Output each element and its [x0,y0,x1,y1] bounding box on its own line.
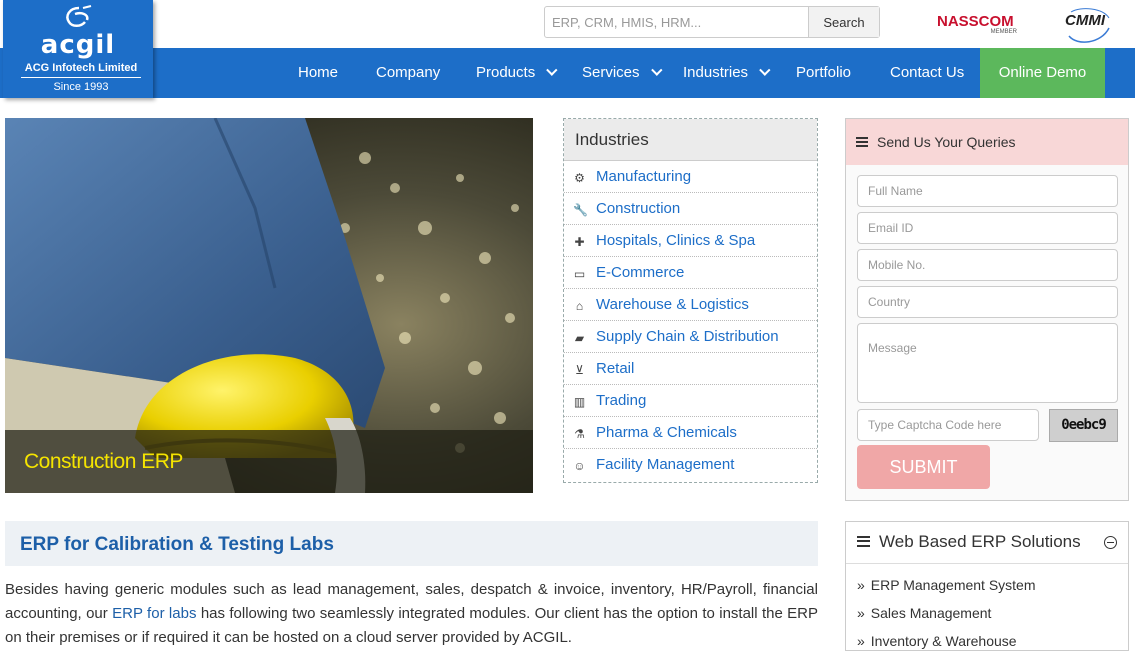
industry-label: Supply Chain & Distribution [596,328,779,345]
collapse-icon[interactable] [1104,536,1117,549]
nasscom-label: NASSCOM [937,13,1014,30]
industry-label: Construction [596,200,681,217]
nav-label: Portfolio [796,64,852,81]
search-button[interactable]: Search [808,7,879,37]
nav-products[interactable]: Products [476,48,558,98]
nav-portfolio[interactable]: Portfolio [796,48,851,98]
queries-form: Send Us Your Queries 0eebc9 SUBMIT [845,118,1129,501]
article-paragraph: Besides having generic modules such as l… [5,578,818,650]
industry-label: Trading [596,392,647,409]
industry-item-retail[interactable]: ⊻ Retail [564,353,817,385]
nasscom-badge: NASSCOM MEMBER [937,14,1021,38]
hero-caption[interactable]: Construction ERP [24,450,183,474]
captcha-field[interactable] [857,409,1039,441]
nav-industries[interactable]: Industries [683,48,771,98]
industries-panel: Industries ⚙ Manufacturing 🔧 Construction … [563,118,818,483]
nav-label: Home [298,64,339,81]
bar-chart-icon: ▥ [573,395,586,409]
industry-label: Hospitals, Clinics & Spa [596,232,756,249]
industries-title: Industries [564,119,817,161]
cart-icon: ⊻ [575,363,584,377]
full-name-field[interactable] [857,175,1118,207]
industry-label: Facility Management [596,456,735,473]
search-input[interactable] [545,7,809,37]
solution-item[interactable]: Sales Management [857,601,1128,629]
industry-item-ecommerce[interactable]: ▭ E-Commerce [564,257,817,289]
article-title: ERP for Calibration & Testing Labs [20,534,334,555]
queries-title: Send Us Your Queries [877,134,1016,150]
submit-button[interactable]: SUBMIT [857,445,990,489]
since-label: Since 1993 [53,81,109,93]
menu-bars-icon [857,536,870,547]
industry-label: Pharma & Chemicals [596,424,737,441]
country-field[interactable] [857,286,1118,318]
nav-contact-us[interactable]: Contact Us [890,48,964,98]
nav-label: Contact Us [890,64,965,81]
erp-for-labs-link[interactable]: ERP for labs [112,605,196,622]
industry-item-trading[interactable]: ▥ Trading [564,385,817,417]
industry-item-warehouse[interactable]: ⌂ Warehouse & Logistics [564,289,817,321]
nav-label: Industries [683,64,749,81]
search-box: Search [544,6,880,38]
web-solutions-panel: Web Based ERP Solutions ERP Management S… [845,521,1129,651]
desktop-icon: ▭ [573,267,586,281]
mobile-field[interactable] [857,249,1118,281]
nav-label: Services [582,64,640,81]
site-logo[interactable]: acgil ACG Infotech Limited Since 1993 [3,0,153,98]
industry-item-hospitals[interactable]: ✚ Hospitals, Clinics & Spa [564,225,817,257]
nav-services[interactable]: Services [582,48,663,98]
menu-bars-icon [856,137,868,147]
cogs-icon: ⚙ [574,171,585,185]
industry-label: Warehouse & Logistics [596,296,749,313]
nav-company[interactable]: Company [376,48,440,98]
industry-item-supply-chain[interactable]: ▰ Supply Chain & Distribution [564,321,817,353]
article-title-box: ERP for Calibration & Testing Labs [5,521,818,566]
nav-label: Products [476,64,536,81]
medkit-icon: ✚ [574,235,585,249]
nasscom-member-label: MEMBER [990,29,1017,35]
solution-item[interactable]: Inventory & Warehouse [857,629,1128,657]
smile-icon: ☺ [573,459,586,473]
queries-header: Send Us Your Queries [846,119,1128,165]
wrench-icon: 🔧 [573,203,588,217]
industry-item-manufacturing[interactable]: ⚙ Manufacturing [564,161,817,193]
industry-item-construction[interactable]: 🔧 Construction [564,193,817,225]
industry-item-pharma[interactable]: ⚗ Pharma & Chemicals [564,417,817,449]
web-solutions-header[interactable]: Web Based ERP Solutions [846,522,1128,564]
captcha-image: 0eebc9 [1049,409,1118,442]
message-field[interactable] [857,323,1118,403]
truck-icon: ▰ [574,331,585,345]
online-demo-button[interactable]: Online Demo [980,48,1105,98]
email-field[interactable] [857,212,1118,244]
cmmi-label: CMMI [1065,12,1105,29]
industry-label: E-Commerce [596,264,685,281]
nav-label: Company [376,64,441,81]
industry-item-facility[interactable]: ☺ Facility Management [564,449,817,481]
flask-icon: ⚗ [574,427,585,441]
main-navbar [0,48,1135,98]
home-icon: ⌂ [575,299,584,313]
company-name: ACG Infotech Limited [21,62,141,78]
hero-slider[interactable]: Construction ERP [5,118,533,493]
cmmi-badge: CMMI [1063,6,1113,46]
web-solutions-title: Web Based ERP Solutions [879,532,1081,551]
nav-home[interactable]: Home [298,48,338,98]
industry-label: Manufacturing [596,168,692,185]
solution-item[interactable]: ERP Management System [857,573,1128,601]
industry-label: Retail [596,360,635,377]
brand-name: acgil [40,30,116,60]
